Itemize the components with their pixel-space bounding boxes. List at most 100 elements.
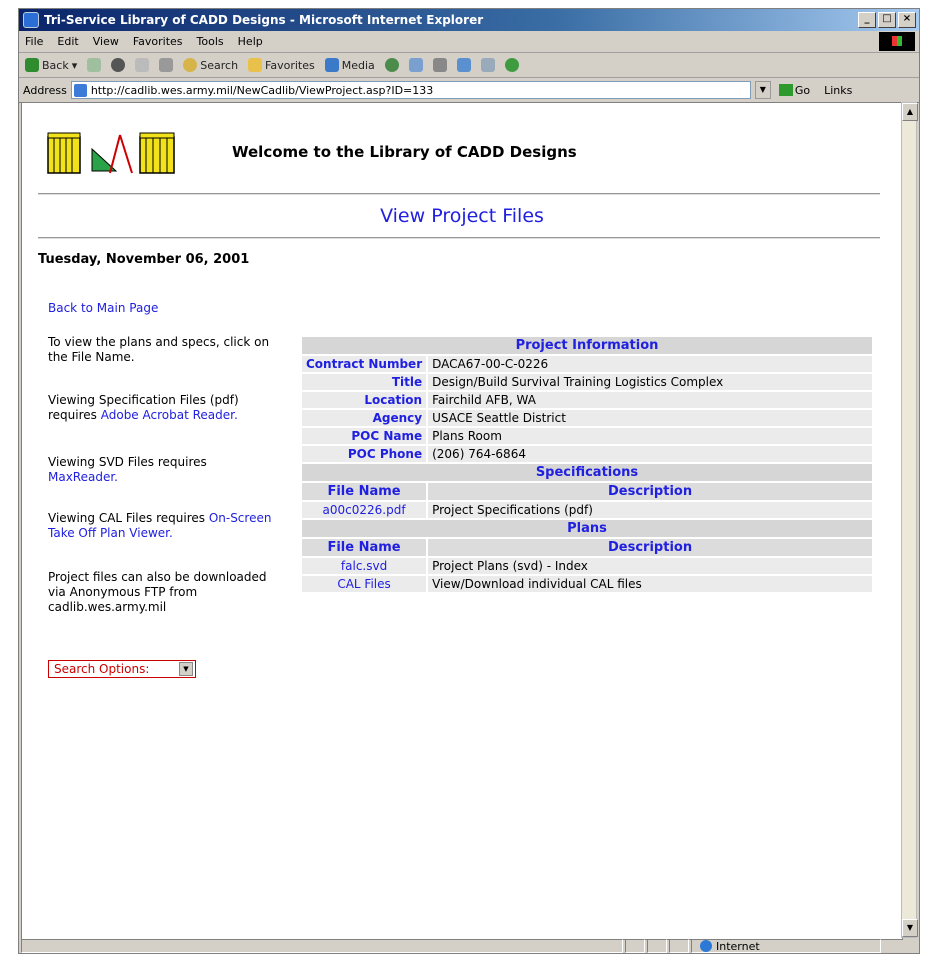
plans-header: Plans [302,520,872,537]
zone-label: Internet [716,939,760,953]
stop-icon [111,58,126,72]
menu-favorites[interactable]: Favorites [133,35,183,48]
project-info-header: Project Information [302,337,872,354]
minimize-button[interactable]: _ [858,12,876,28]
globe-icon [700,940,712,952]
status-pane [625,939,645,953]
plans-file-name-header: File Name [302,539,427,556]
status-pane [647,939,667,953]
cal-requirement: Viewing CAL Files requires On-Screen Tak… [48,511,278,541]
back-to-main-link[interactable]: Back to Main Page [48,301,158,315]
media-button[interactable]: Media [324,58,375,72]
vertical-scrollbar[interactable]: ▲ ▼ [901,102,918,938]
plan-file-link[interactable]: falc.svd [302,558,427,574]
table-row: a00c0226.pdf Project Specifications (pdf) [302,502,872,518]
url-text: http://cadlib.wes.army.mil/NewCadlib/Vie… [90,83,434,97]
poc-phone-label: POC Phone [302,446,427,462]
welcome-heading: Welcome to the Library of CADD Designs [232,143,577,161]
stop-button[interactable] [111,58,126,72]
back-label: Back [42,58,69,72]
specifications-header: Specifications [302,464,872,481]
page-date: Tuesday, November 06, 2001 [38,252,250,267]
maximize-button[interactable]: □ [878,12,896,28]
discuss-button[interactable] [480,58,495,72]
history-icon [384,58,399,72]
go-button[interactable]: Go [778,84,810,97]
page-content: Welcome to the Library of CADD Designs V… [21,102,903,940]
chevron-down-icon: ▼ [179,662,193,676]
plans-description-header: Description [428,539,872,556]
contract-value: DACA67-00-C-0226 [428,356,872,372]
poc-name-label: POC Name [302,428,427,444]
divider-bottom [38,237,880,239]
scroll-down-button[interactable]: ▼ [902,919,918,937]
address-label: Address [23,83,67,97]
history-button[interactable] [384,58,399,72]
cadd-logo-icon [47,132,175,174]
edit-button[interactable] [456,58,471,72]
location-value: Fairchild AFB, WA [428,392,872,408]
menu-bar: File Edit View Favorites Tools Help [19,31,919,53]
page-title: View Project Files [380,205,544,227]
menu-tools[interactable]: Tools [197,35,224,48]
spec-file-link[interactable]: a00c0226.pdf [302,502,427,518]
refresh-icon [135,58,150,72]
search-icon [183,58,198,72]
forward-button[interactable] [87,58,102,72]
mail-button[interactable] [408,58,423,72]
agency-value: USACE Seattle District [428,410,872,426]
cal-files-link[interactable]: CAL Files [302,576,427,592]
close-button[interactable]: × [898,12,916,28]
maxreader-link[interactable]: MaxReader. [48,470,118,484]
ie-icon [23,12,39,28]
mail-icon [408,58,423,72]
search-options-select[interactable]: Search Options: ▼ [48,660,196,678]
poc-phone-value: (206) 764-6864 [428,446,872,462]
instructions-text: To view the plans and specs, click on th… [48,335,270,364]
title-label: Title [302,374,427,390]
table-row: falc.svd Project Plans (svd) - Index [302,558,872,574]
cal-requirement-text: Viewing CAL Files requires [48,511,209,525]
contract-label: Contract Number [302,356,427,372]
toolbar: Back ▾ Search Favorites Media [19,53,919,78]
menu-file[interactable]: File [25,35,43,48]
messenger-icon [504,58,519,72]
url-input[interactable]: http://cadlib.wes.army.mil/NewCadlib/Vie… [70,81,751,99]
acrobat-reader-link[interactable]: Adobe Acrobat Reader. [101,408,238,422]
pdf-requirement: Viewing Specification Files (pdf) requir… [48,393,278,423]
search-options-label: Search Options: [54,662,150,676]
messenger-button[interactable] [504,58,519,72]
home-button[interactable] [159,58,174,72]
page-icon [73,83,87,97]
browser-window: Tri-Service Library of CADD Designs - Mi… [18,8,920,954]
windows-logo-icon [879,32,915,51]
menu-help[interactable]: Help [238,35,263,48]
window-title: Tri-Service Library of CADD Designs - Mi… [44,13,484,27]
specs-file-name-header: File Name [302,483,427,500]
poc-name-value: Plans Room [428,428,872,444]
plan-file-description: Project Plans (svd) - Index [428,558,872,574]
scroll-up-button[interactable]: ▲ [902,103,918,121]
ftp-note: Project files can also be downloaded via… [48,570,267,614]
print-button[interactable] [432,58,447,72]
refresh-button[interactable] [135,58,150,72]
forward-arrow-icon [87,58,102,72]
go-arrow-icon [778,84,793,96]
edit-icon [456,58,471,72]
back-button[interactable]: Back ▾ [25,58,77,72]
menu-view[interactable]: View [93,35,119,48]
favorites-label: Favorites [265,58,315,72]
status-bar: Internet [21,939,917,953]
favorites-icon [248,58,263,72]
media-icon [324,58,339,72]
divider-top [38,193,880,195]
specs-description-header: Description [428,483,872,500]
project-table: Project Information Contract Number DACA6… [300,335,874,594]
menu-edit[interactable]: Edit [57,35,78,48]
agency-label: Agency [302,410,427,426]
search-button[interactable]: Search [183,58,238,72]
links-button[interactable]: Links [824,84,852,97]
address-dropdown-button[interactable]: ▼ [754,81,771,99]
media-label: Media [341,58,375,72]
favorites-button[interactable]: Favorites [248,58,315,72]
